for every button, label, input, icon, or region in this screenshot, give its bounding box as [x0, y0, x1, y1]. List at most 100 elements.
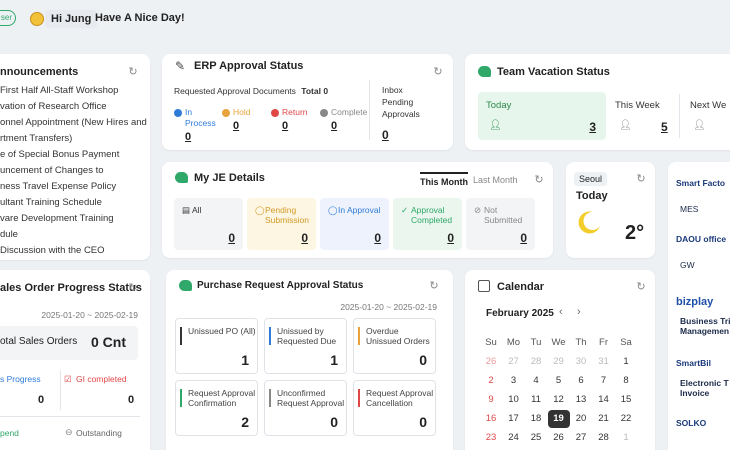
calendar-day[interactable]: 26 — [548, 429, 570, 447]
calendar-day[interactable]: 25 — [525, 429, 547, 447]
app-logo[interactable]: bizplay — [676, 296, 713, 308]
vacation-today-box[interactable]: Today 👤︎ 3 — [478, 92, 606, 140]
app-logo[interactable]: SOLKO — [676, 418, 706, 428]
calendar-day[interactable]: 30 — [570, 353, 592, 371]
calendar-day[interactable]: 1 — [615, 429, 637, 447]
next-month-icon[interactable]: › — [577, 306, 581, 318]
calendar-day[interactable]: 5 — [548, 372, 570, 390]
calendar-day[interactable]: 9 — [480, 391, 502, 409]
vacation-today-value[interactable]: 3 — [589, 120, 596, 134]
announcement-item[interactable]: ultant Training Schedule — [0, 197, 102, 208]
je-item-value: 0 — [520, 231, 527, 245]
je-card: My JE Details This Month Last Month ↻ ▤ A… — [162, 162, 553, 258]
je-item-icon: ▤ — [182, 205, 191, 215]
erp-status-item[interactable]: Complete 0 — [320, 107, 367, 141]
calendar-day[interactable]: 20 — [570, 410, 592, 428]
app-logo[interactable]: SmartBil — [676, 358, 711, 368]
je-item-label: Pending Submission — [265, 205, 309, 225]
purchase-status-box[interactable]: Unissued by Requested Due 1 — [264, 318, 347, 374]
purchase-status-box[interactable]: Unconfirmed Request Approval 0 — [264, 380, 347, 436]
je-tab-this-month[interactable]: This Month — [420, 172, 468, 187]
announcement-item[interactable]: vare Development Training — [0, 213, 114, 224]
weather-city: Seoul — [574, 172, 608, 186]
je-item-box[interactable]: ◯ In Approval 0 — [320, 198, 389, 250]
calendar-day[interactable]: 23 — [480, 429, 502, 447]
purchase-box-label: Overdue Unissued Orders — [366, 326, 430, 346]
je-item-box[interactable]: ✓ Approval Completed 0 — [393, 198, 462, 250]
calendar-day[interactable]: 13 — [570, 391, 592, 409]
erp-status-item[interactable]: In Process 0 — [174, 107, 220, 143]
announcement-item[interactable]: rtment Transfers) — [0, 133, 72, 144]
refresh-icon[interactable]: ↻ — [635, 173, 647, 185]
calendar-day[interactable]: 12 — [548, 391, 570, 409]
purchase-status-box[interactable]: Request Approval Confirmation 2 — [175, 380, 258, 436]
calendar-day[interactable]: 29 — [548, 353, 570, 371]
erp-inbox-value[interactable]: 0 — [382, 128, 389, 142]
calendar-day[interactable]: 7 — [593, 372, 615, 390]
calendar-weekday: Sa — [620, 337, 632, 348]
je-item-box[interactable]: ◯ Pending Submission 0 — [247, 198, 316, 250]
person-icon: 👤︎ — [619, 120, 632, 131]
je-item-box[interactable]: ▤ All 0 — [174, 198, 243, 250]
je-item-label: Approval Completed — [411, 205, 453, 225]
user-badge[interactable]: ser — [0, 10, 16, 26]
calendar-day[interactable]: 4 — [525, 372, 547, 390]
calendar-day[interactable]: 6 — [570, 372, 592, 390]
sales-total-box[interactable]: otal Sales Orders 0 Cnt — [0, 326, 138, 360]
status-bar — [269, 389, 271, 407]
je-item-icon: ✓ — [401, 205, 409, 215]
announcement-item[interactable]: vation of Research Office — [0, 101, 107, 112]
calendar-weekday: Mo — [506, 337, 521, 348]
refresh-icon[interactable]: ↻ — [127, 66, 139, 78]
announcement-item[interactable]: ness Travel Expense Policy — [0, 181, 116, 192]
app-logo[interactable]: DAOU office — [676, 234, 726, 244]
calendar-weekday: Fr — [599, 337, 608, 348]
calendar-day[interactable]: 17 — [503, 410, 525, 428]
refresh-icon[interactable]: ↻ — [533, 174, 545, 186]
calendar-day[interactable]: 27 — [503, 353, 525, 371]
refresh-icon[interactable]: ↻ — [635, 281, 647, 293]
calendar-day[interactable]: 16 — [480, 410, 502, 428]
calendar-day[interactable]: 11 — [525, 391, 547, 409]
erp-status-item[interactable]: Return 0 — [271, 107, 317, 141]
announcement-item[interactable]: First Half All-Staff Workshop — [0, 85, 118, 96]
announcement-item[interactable]: e of Special Bonus Payment — [0, 149, 119, 160]
refresh-icon[interactable]: ↻ — [432, 66, 444, 78]
vacation-week-value[interactable]: 5 — [661, 120, 668, 134]
announcement-item[interactable]: Discussion with the CEO — [0, 245, 105, 256]
calendar-day[interactable]: 22 — [615, 410, 637, 428]
calendar-day[interactable]: 31 — [593, 353, 615, 371]
calendar-today[interactable]: 19 — [547, 410, 570, 428]
purchase-status-box[interactable]: Overdue Unissued Orders 0 — [353, 318, 436, 374]
calendar-day[interactable]: 1 — [615, 353, 637, 371]
calendar-day[interactable]: 18 — [525, 410, 547, 428]
calendar-day[interactable]: 8 — [615, 372, 637, 390]
purchase-status-box[interactable]: Unissued PO (All) 1 — [175, 318, 258, 374]
pen-icon: ✎ — [175, 59, 186, 73]
erp-status-item[interactable]: Hold 0 — [222, 107, 268, 141]
calendar-day[interactable]: 21 — [593, 410, 615, 428]
purchase-box-label: Unissued PO (All) — [188, 326, 256, 336]
prev-month-icon[interactable]: ‹ — [559, 306, 563, 318]
je-item-box[interactable]: ⊘ Not Submitted 0 — [466, 198, 535, 250]
refresh-icon[interactable]: ↻ — [127, 282, 139, 294]
calendar-day[interactable]: 26 — [480, 353, 502, 371]
erp-status-value: 0 — [233, 120, 240, 132]
calendar-day[interactable]: 24 — [503, 429, 525, 447]
calendar-day[interactable]: 10 — [503, 391, 525, 409]
purchase-status-box[interactable]: Request Approval Cancellation 0 — [353, 380, 436, 436]
announcement-item[interactable]: dule — [0, 229, 18, 240]
calendar-day[interactable]: 14 — [593, 391, 615, 409]
announcement-item[interactable]: uncement of Changes to — [0, 165, 104, 176]
calendar-day[interactable]: 28 — [593, 429, 615, 447]
refresh-icon[interactable]: ↻ — [428, 280, 440, 292]
calendar-day[interactable]: 2 — [480, 372, 502, 390]
calendar-day[interactable]: 15 — [615, 391, 637, 409]
erp-total: Total 0 — [301, 86, 329, 96]
app-logo[interactable]: Smart Facto — [676, 178, 725, 188]
je-tab-last-month[interactable]: Last Month — [473, 175, 518, 185]
calendar-day[interactable]: 28 — [525, 353, 547, 371]
calendar-day[interactable]: 27 — [570, 429, 592, 447]
announcement-item[interactable]: onnel Appointment (New Hires and — [0, 117, 147, 128]
calendar-day[interactable]: 3 — [503, 372, 525, 390]
